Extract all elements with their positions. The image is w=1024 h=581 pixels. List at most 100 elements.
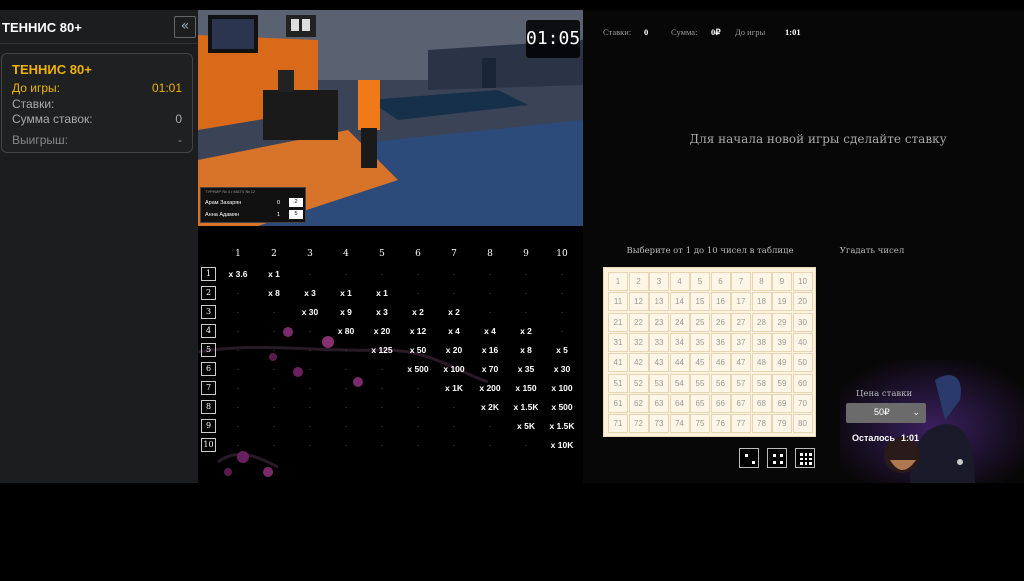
number-cell[interactable]: 38: [751, 332, 772, 352]
number-cell[interactable]: 79: [772, 414, 792, 434]
number-cell[interactable]: 29: [772, 312, 792, 332]
number-cell[interactable]: 72: [628, 414, 649, 434]
number-cell[interactable]: 73: [649, 414, 669, 434]
row-label: 10: [201, 438, 216, 452]
number-cell[interactable]: 24: [669, 312, 690, 332]
number-cell[interactable]: 6: [710, 272, 731, 291]
number-cell[interactable]: 45: [690, 353, 710, 373]
number-cell[interactable]: 64: [669, 393, 690, 413]
empty-cell-dot: ·: [308, 364, 312, 374]
empty-cell-dot: ·: [560, 269, 564, 279]
quick-pick-9-button[interactable]: [795, 448, 815, 468]
number-cell[interactable]: 67: [731, 393, 751, 413]
number-cell[interactable]: 35: [690, 332, 710, 352]
number-cell[interactable]: 16: [710, 292, 731, 312]
number-cell[interactable]: 33: [649, 332, 669, 352]
number-cell[interactable]: 51: [608, 373, 628, 393]
empty-cell-dot: ·: [308, 383, 312, 393]
number-cell[interactable]: 47: [731, 353, 751, 373]
number-cell[interactable]: 63: [649, 393, 669, 413]
number-cell[interactable]: 60: [792, 373, 813, 393]
number-cell[interactable]: 37: [731, 332, 751, 352]
number-cell[interactable]: 36: [710, 332, 731, 352]
number-cell[interactable]: 23: [649, 312, 669, 332]
number-cell[interactable]: 1: [608, 272, 628, 291]
number-cell[interactable]: 58: [751, 373, 772, 393]
number-cell[interactable]: 53: [649, 373, 669, 393]
number-cell[interactable]: 18: [751, 292, 772, 312]
number-cell[interactable]: 17: [731, 292, 751, 312]
number-cell[interactable]: 32: [628, 332, 649, 352]
number-cell[interactable]: 11: [608, 292, 628, 312]
number-cell[interactable]: 78: [751, 414, 772, 434]
number-cell[interactable]: 46: [710, 353, 731, 373]
column-header: 7: [451, 249, 457, 259]
number-cell[interactable]: 49: [772, 353, 792, 373]
number-cell[interactable]: 77: [731, 414, 751, 434]
number-cell[interactable]: 80: [792, 414, 813, 434]
quick-pick-2-button[interactable]: [739, 448, 759, 468]
collapse-sidebar-button[interactable]: «: [174, 16, 196, 38]
bet-price-select[interactable]: 50₽ ⌄: [846, 403, 926, 423]
number-cell[interactable]: 44: [669, 353, 690, 373]
top-strip: [0, 0, 1024, 10]
number-cell[interactable]: 71: [608, 414, 628, 434]
empty-cell-dot: ·: [416, 440, 420, 450]
number-cell[interactable]: 3: [649, 272, 669, 291]
number-cell[interactable]: 8: [751, 272, 772, 291]
number-cell[interactable]: 25: [690, 312, 710, 332]
number-cell[interactable]: 20: [792, 292, 813, 312]
live-video[interactable]: 01:05 ТУРНИР № 4 • МАТЧ № 12 Арам Захаря…: [198, 10, 583, 226]
number-cell[interactable]: 75: [690, 414, 710, 434]
game-info-card[interactable]: ТЕННИС 80+ До игры: 01:01 Ставки: Сумма …: [1, 53, 193, 153]
number-cell[interactable]: 9: [772, 272, 792, 291]
number-cell[interactable]: 62: [628, 393, 649, 413]
number-cell[interactable]: 27: [731, 312, 751, 332]
number-cell[interactable]: 54: [669, 373, 690, 393]
number-cell[interactable]: 2: [628, 272, 649, 291]
empty-cell-dot: ·: [308, 269, 312, 279]
empty-cell-dot: ·: [236, 383, 240, 393]
sum-label: Сумма ставок:: [12, 112, 93, 126]
number-cell[interactable]: 40: [792, 332, 813, 352]
number-cell[interactable]: 14: [669, 292, 690, 312]
number-cell[interactable]: 65: [690, 393, 710, 413]
number-cell[interactable]: 57: [731, 373, 751, 393]
number-cell[interactable]: 43: [649, 353, 669, 373]
number-cell[interactable]: 74: [669, 414, 690, 434]
number-cell[interactable]: 69: [772, 393, 792, 413]
number-cell[interactable]: 13: [649, 292, 669, 312]
number-cell[interactable]: 41: [608, 353, 628, 373]
number-cell[interactable]: 21: [608, 312, 628, 332]
number-cell[interactable]: 4: [669, 272, 690, 291]
number-cell[interactable]: 59: [772, 373, 792, 393]
number-cell[interactable]: 39: [772, 332, 792, 352]
number-cell[interactable]: 55: [690, 373, 710, 393]
number-cell[interactable]: 68: [751, 393, 772, 413]
number-cell[interactable]: 5: [690, 272, 710, 291]
number-cell[interactable]: 48: [751, 353, 772, 373]
number-cell[interactable]: 10: [792, 272, 813, 291]
multiplier-cell: x 2: [448, 307, 460, 317]
number-cell[interactable]: 42: [628, 353, 649, 373]
quick-pick-4-button[interactable]: [767, 448, 787, 468]
number-cell[interactable]: 66: [710, 393, 731, 413]
empty-cell-dot: ·: [236, 421, 240, 431]
number-cell[interactable]: 19: [772, 292, 792, 312]
number-cell[interactable]: 34: [669, 332, 690, 352]
number-cell[interactable]: 76: [710, 414, 731, 434]
number-cell[interactable]: 15: [690, 292, 710, 312]
number-cell[interactable]: 52: [628, 373, 649, 393]
scoreboard: ТУРНИР № 4 • МАТЧ № 12 Арам Захарян 0 2 …: [200, 187, 306, 223]
number-cell[interactable]: 61: [608, 393, 628, 413]
number-cell[interactable]: 30: [792, 312, 813, 332]
number-cell[interactable]: 12: [628, 292, 649, 312]
number-cell[interactable]: 22: [628, 312, 649, 332]
number-cell[interactable]: 28: [751, 312, 772, 332]
number-cell[interactable]: 31: [608, 332, 628, 352]
number-cell[interactable]: 70: [792, 393, 813, 413]
number-cell[interactable]: 26: [710, 312, 731, 332]
number-cell[interactable]: 7: [731, 272, 751, 291]
number-cell[interactable]: 56: [710, 373, 731, 393]
number-cell[interactable]: 50: [792, 353, 813, 373]
